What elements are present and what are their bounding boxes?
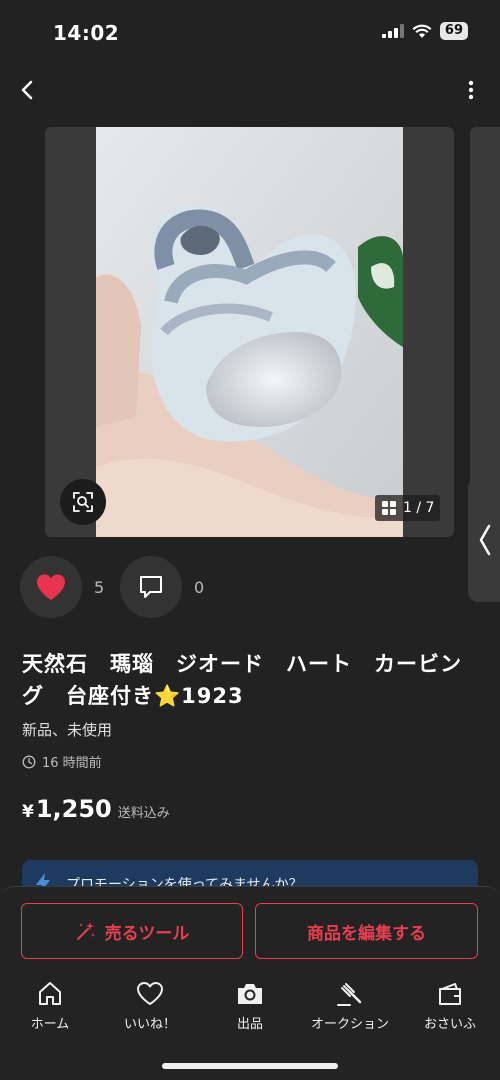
signal-icon [381,24,404,38]
currency-symbol: ¥ [22,802,34,822]
product-photo-illustration [96,127,403,537]
item-condition: 新品、未使用 [22,721,113,739]
sell-tools-button[interactable]: 売るツール [21,903,243,959]
camera-icon [238,984,262,1004]
home-indicator[interactable] [162,1063,338,1069]
chevron-left-icon [479,524,491,556]
side-drawer-tab[interactable] [468,478,500,602]
wifi-icon [412,24,432,38]
posted-time: 16 時間前 [22,752,102,771]
engagement-row: 5 0 [20,556,220,618]
edit-item-label: 商品を編集する [307,923,426,944]
image-carousel[interactable] [0,127,500,537]
sell-tools-label: 売るツール [104,923,190,944]
tab-home[interactable]: ホーム [0,979,100,1039]
tab-likes-label: いいね！ [123,1017,176,1032]
tab-home-label: ホーム [30,1017,70,1032]
image-counter[interactable]: 1 / 7 [375,495,441,521]
home-icon [39,982,61,1005]
more-vertical-icon [468,80,474,100]
heart-filled-icon [37,574,65,600]
nav-bar [0,70,500,110]
tab-sell-label: 出品 [236,1017,263,1032]
like-count: 5 [94,577,105,597]
carousel-slide-current[interactable] [45,127,454,537]
edit-item-button[interactable]: 商品を編集する [255,903,478,959]
bottom-action-sheet: 売るツール 商品を編集する ホーム いいね！ 出品 オークション おさいふ [0,886,500,1080]
image-counter-text: 1 / 7 [403,500,435,516]
battery-indicator: 69 [439,22,468,40]
comment-count: 0 [194,577,205,597]
tab-wallet-label: おさいふ [423,1017,476,1032]
tab-likes[interactable]: いいね！ [100,979,200,1039]
shipping-note: 送料込み [117,806,170,821]
tab-sell[interactable]: 出品 [200,979,300,1039]
back-button[interactable] [14,76,42,104]
tab-auction[interactable]: オークション [300,979,400,1039]
status-time: 14:02 [53,21,120,45]
status-bar: 14:02 69 [0,0,500,64]
chevron-left-icon [21,80,33,100]
clock-icon [22,755,36,768]
more-options-button[interactable] [464,76,478,104]
wallet-icon [439,983,461,1005]
tab-wallet[interactable]: おさいふ [400,979,500,1039]
comment-icon [140,576,162,598]
heart-outline-icon [137,982,163,1005]
tab-auction-label: オークション [310,1017,389,1032]
image-search-button[interactable] [60,479,106,525]
price-row: ¥ 1,250 送料込み [22,795,170,823]
image-search-icon [73,492,93,512]
item-title: 天然石 瑪瑙 ジオード ハート カービング 台座付き⭐1923 [22,652,462,708]
status-icons: 69 [381,22,468,40]
grid-icon [382,501,396,515]
gavel-icon [337,983,362,1006]
like-button[interactable] [20,556,82,618]
tab-bar: ホーム いいね！ 出品 オークション おさいふ [0,979,500,1039]
item-price: 1,250 [35,795,112,823]
comment-button[interactable] [120,556,182,618]
carousel-slide-next[interactable] [470,127,500,537]
posted-time-text: 16 時間前 [42,756,102,771]
product-photo[interactable] [96,127,403,537]
magic-wand-icon [76,922,95,940]
